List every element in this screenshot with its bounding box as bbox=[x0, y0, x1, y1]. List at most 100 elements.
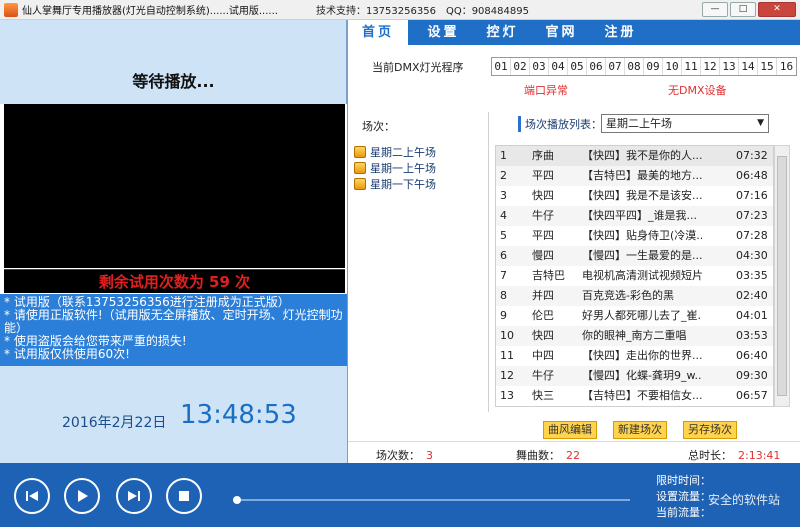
current-amount-label: 当前流量： bbox=[656, 506, 711, 519]
dmx-channel[interactable]: 16 bbox=[777, 58, 796, 75]
table-row[interactable]: 4 牛仔 【快四平四】_谁是我... 07:23 bbox=[496, 206, 773, 226]
dmx-channel[interactable]: 05 bbox=[568, 58, 587, 75]
row-style: 牛仔 bbox=[532, 369, 554, 382]
dmx-channel[interactable]: 02 bbox=[511, 58, 530, 75]
table-row[interactable]: 7 吉特巴 电视机高清测试视频短片. 03:35 bbox=[496, 266, 773, 286]
scene-item[interactable]: 星期一上午场 bbox=[354, 160, 436, 176]
current-time: 13:48:53 bbox=[180, 400, 297, 430]
table-row[interactable]: 1 序曲 【快四】我不是你的人... 07:32 bbox=[496, 146, 773, 166]
playlist-actions: 曲风编辑 新建场次 另存场次 bbox=[543, 421, 737, 439]
table-row[interactable]: 10 快四 你的眼神_南方二重唱 03:53 bbox=[496, 326, 773, 346]
dmx-channel[interactable]: 01 bbox=[492, 58, 511, 75]
dmx-channel[interactable]: 03 bbox=[530, 58, 549, 75]
stop-icon bbox=[179, 491, 189, 501]
notice-line: * 试用版仅供使用60次! bbox=[4, 347, 130, 361]
play-icon bbox=[78, 490, 88, 502]
table-row[interactable]: 11 中四 【快四】走出你的世界... 06:40 bbox=[496, 346, 773, 366]
dmx-channel[interactable]: 09 bbox=[644, 58, 663, 75]
dmx-label: 当前DMX灯光程序 bbox=[372, 61, 464, 74]
support-phone: 技术支持：13753256356 bbox=[315, 6, 436, 17]
dmx-channel[interactable]: 07 bbox=[606, 58, 625, 75]
current-date: 2016年2月22日 bbox=[62, 415, 167, 431]
tab-light-control[interactable]: 控灯 bbox=[473, 20, 532, 45]
table-row[interactable]: 8 并四 百克竞选-彩色的黑 02:40 bbox=[496, 286, 773, 306]
set-amount-label: 设置流量： bbox=[656, 490, 711, 503]
dmx-channel[interactable]: 10 bbox=[663, 58, 682, 75]
row-number: 4 bbox=[500, 209, 507, 222]
watermark-text: 安全的软件站 bbox=[708, 493, 781, 507]
folder-icon bbox=[354, 178, 366, 190]
dmx-channel[interactable]: 08 bbox=[625, 58, 644, 75]
stop-button[interactable] bbox=[166, 478, 202, 514]
play-button[interactable] bbox=[64, 478, 100, 514]
table-row[interactable]: 12 牛仔 【慢四】化蝶-龚玥9_w... 09:30 bbox=[496, 366, 773, 386]
playlist-select[interactable]: 星期二上午场 ▼ bbox=[601, 114, 769, 133]
row-style: 快三 bbox=[532, 389, 554, 402]
save-scene-as-button[interactable]: 另存场次 bbox=[683, 421, 737, 439]
row-number: 9 bbox=[500, 309, 507, 322]
row-style: 慢四 bbox=[532, 249, 554, 262]
video-screen[interactable] bbox=[4, 104, 345, 268]
next-button[interactable] bbox=[116, 478, 152, 514]
table-row[interactable]: 5 平四 【快四】贴身侍卫(冷漠... 07:28 bbox=[496, 226, 773, 246]
dmx-device-status: 无DMX设备 bbox=[668, 84, 727, 97]
new-scene-button[interactable]: 新建场次 bbox=[613, 421, 667, 439]
scene-item-label: 星期一上午场 bbox=[370, 162, 436, 175]
tab-home[interactable]: 首页 bbox=[348, 20, 408, 45]
progress-track[interactable] bbox=[240, 499, 630, 501]
dmx-channel[interactable]: 04 bbox=[549, 58, 568, 75]
scene-item[interactable]: 星期二上午场 bbox=[354, 144, 436, 160]
control-bar: 限时时间： 设置流量： 当前流量： 安全的软件站 bbox=[0, 463, 800, 527]
table-row[interactable]: 9 伦巴 好男人都死哪儿去了_崔... 04:01 bbox=[496, 306, 773, 326]
dmx-channel[interactable]: 12 bbox=[701, 58, 720, 75]
window-controls: — □ ✕ bbox=[702, 2, 796, 17]
table-row[interactable]: 13 快三 【吉特巴】不要相信女... 06:57 bbox=[496, 386, 773, 406]
row-song-name: 百克竞选-彩色的黑 bbox=[582, 289, 674, 302]
chevron-down-icon: ▼ bbox=[757, 118, 764, 128]
song-count-value: 22 bbox=[566, 449, 580, 462]
row-song-name: 【吉特巴】不要相信女... bbox=[582, 389, 702, 402]
window-title: 仙人掌舞厅专用播放器(灯光自动控制系统)......试用版...... bbox=[22, 6, 278, 17]
dmx-channel[interactable]: 13 bbox=[720, 58, 739, 75]
dmx-channel[interactable]: 14 bbox=[739, 58, 758, 75]
scene-list: 星期二上午场 星期一上午场 星期一下午场 bbox=[354, 144, 436, 192]
trial-notice: * 试用版（联系13753256356进行注册成为正式版） * 请使用正版软件!… bbox=[0, 294, 347, 366]
total-duration-label: 总时长： bbox=[688, 449, 732, 462]
table-row[interactable]: 6 慢四 【慢四】一生最爱的是... 04:30 bbox=[496, 246, 773, 266]
tab-website[interactable]: 官网 bbox=[532, 20, 591, 45]
scene-count-label: 场次数： bbox=[376, 449, 420, 462]
row-number: 8 bbox=[500, 289, 507, 302]
table-row[interactable]: 3 快四 【快四】我是不是该安... 07:16 bbox=[496, 186, 773, 206]
dmx-channel[interactable]: 11 bbox=[682, 58, 701, 75]
dmx-row: 当前DMX灯光程序 01 02 03 04 05 06 07 08 09 10 … bbox=[348, 54, 800, 78]
close-button[interactable]: ✕ bbox=[758, 2, 796, 17]
panel-divider bbox=[488, 112, 489, 412]
table-row[interactable]: 2 平四 【吉特巴】最美的地方... 06:48 bbox=[496, 166, 773, 186]
playlist-select-value: 星期二上午场 bbox=[606, 117, 672, 130]
row-style: 序曲 bbox=[532, 149, 554, 162]
scene-item[interactable]: 星期一下午场 bbox=[354, 176, 436, 192]
title-bar: 仙人掌舞厅专用播放器(灯光自动控制系统)......试用版...... 技术支持… bbox=[0, 0, 800, 20]
row-song-name: 【快四】贴身侍卫(冷漠... bbox=[582, 229, 702, 242]
main-tabs: 首页 设置 控灯 官网 注册 bbox=[348, 20, 800, 45]
row-song-name: 【吉特巴】最美的地方... bbox=[582, 169, 702, 182]
minimize-button[interactable]: — bbox=[702, 2, 728, 17]
row-duration: 07:28 bbox=[736, 229, 768, 242]
row-duration: 07:16 bbox=[736, 189, 768, 202]
playlist-scrollbar[interactable] bbox=[774, 145, 790, 407]
playback-status: 等待播放... bbox=[132, 72, 215, 91]
scene-label: 场次： bbox=[362, 120, 395, 133]
scroll-thumb[interactable] bbox=[777, 156, 787, 396]
tab-register[interactable]: 注册 bbox=[591, 20, 650, 45]
row-style: 吉特巴 bbox=[532, 269, 565, 282]
previous-button[interactable] bbox=[14, 478, 50, 514]
row-duration: 07:32 bbox=[736, 149, 768, 162]
row-number: 13 bbox=[500, 389, 514, 402]
tab-settings[interactable]: 设置 bbox=[414, 20, 473, 45]
maximize-button[interactable]: □ bbox=[730, 2, 756, 17]
edit-style-button[interactable]: 曲风编辑 bbox=[543, 421, 597, 439]
dmx-channel[interactable]: 06 bbox=[587, 58, 606, 75]
progress-knob[interactable] bbox=[233, 496, 241, 504]
dmx-channel[interactable]: 15 bbox=[758, 58, 777, 75]
row-song-name: 好男人都死哪儿去了_崔... bbox=[582, 309, 702, 322]
